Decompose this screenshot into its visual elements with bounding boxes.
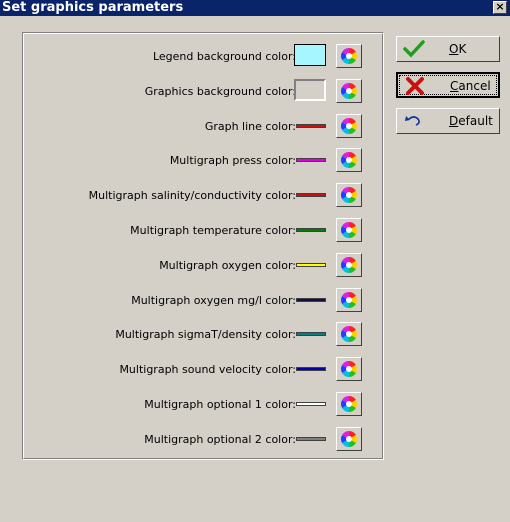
cancel-label: Cancel — [450, 79, 491, 93]
close-button[interactable]: × — [493, 1, 507, 14]
color-picker-button[interactable] — [336, 218, 362, 242]
color-picker-button[interactable] — [336, 392, 362, 416]
setting-row: Multigraph temperature color: — [24, 214, 362, 244]
color-wheel-icon — [341, 187, 357, 204]
color-wheel-icon — [341, 361, 357, 378]
color-wheel-icon — [341, 326, 357, 343]
color-picker-button[interactable] — [336, 183, 362, 208]
color-swatch — [296, 332, 326, 337]
setting-row: Multigraph optional 2 color: — [24, 423, 362, 453]
color-wheel-icon — [341, 291, 357, 308]
setting-row: Multigraph oxygen color: — [24, 249, 362, 279]
color-swatch — [296, 193, 326, 198]
default-label: Default — [449, 114, 493, 128]
color-picker-button[interactable] — [336, 113, 362, 138]
setting-label: Multigraph oxygen color: — [159, 258, 296, 272]
color-swatch — [296, 367, 326, 372]
color-wheel-icon — [341, 396, 357, 412]
setting-row: Multigraph optional 1 color: — [24, 388, 362, 418]
color-swatch — [296, 436, 326, 441]
color-swatch — [296, 228, 326, 232]
setting-label: Multigraph sound velocity color: — [119, 363, 296, 377]
close-icon: × — [495, 0, 505, 13]
color-picker-button[interactable] — [336, 426, 362, 451]
color-picker-button[interactable] — [336, 252, 362, 277]
title-bar: Set graphics parameters × — [0, 0, 510, 16]
color-picker-button[interactable] — [336, 78, 362, 103]
color-picker-button[interactable] — [336, 44, 362, 68]
setting-label: Multigraph optional 2 color: — [144, 432, 296, 446]
color-swatch — [296, 297, 326, 302]
color-swatch — [296, 402, 326, 406]
color-wheel-icon — [341, 152, 357, 169]
setting-row: Multigraph oxygen mg/l color: — [24, 284, 362, 314]
setting-row: Graph line color: — [24, 110, 362, 140]
x-icon — [406, 77, 424, 95]
undo-arrow-icon — [405, 116, 420, 126]
setting-label: Multigraph optional 1 color: — [144, 398, 296, 411]
cancel-button[interactable]: Cancel — [396, 72, 500, 98]
color-wheel-icon — [341, 82, 357, 99]
color-picker-button[interactable] — [336, 287, 362, 312]
color-wheel-icon — [341, 48, 357, 64]
color-wheel-icon — [341, 117, 357, 134]
color-picker-button[interactable] — [336, 148, 362, 173]
setting-label: Graphics background color: — [144, 84, 296, 98]
color-swatch — [294, 78, 326, 101]
settings-list: Legend background color: Graphics backgro… — [23, 33, 383, 459]
color-swatch — [296, 158, 326, 163]
default-button[interactable]: Default — [396, 108, 500, 134]
ok-button[interactable]: OK — [396, 36, 500, 62]
setting-row: Multigraph salinity/conductivity color: — [24, 179, 362, 209]
color-picker-button[interactable] — [336, 322, 362, 347]
setting-label: Multigraph oxygen mg/l color: — [131, 293, 296, 307]
color-swatch — [294, 44, 326, 66]
setting-label: Multigraph temperature color: — [130, 224, 296, 237]
setting-row: Legend background color: — [24, 40, 362, 70]
color-wheel-icon — [341, 222, 357, 238]
settings-panel: Legend background color: Graphics backgro… — [22, 32, 384, 460]
window-title: Set graphics parameters — [2, 0, 184, 15]
color-picker-button[interactable] — [336, 357, 362, 382]
setting-row: Multigraph press color: — [24, 144, 362, 174]
setting-label: Multigraph press color: — [169, 154, 296, 168]
color-wheel-icon — [341, 256, 357, 273]
setting-row: Graphics background color: — [24, 75, 362, 105]
setting-label: Legend background color: — [152, 50, 296, 63]
color-swatch — [296, 262, 326, 267]
setting-row: Multigraph sound velocity color: — [24, 353, 362, 383]
ok-label: OK — [449, 42, 467, 56]
color-swatch — [296, 123, 326, 128]
setting-label: Graph line color: — [204, 119, 296, 133]
setting-label: Multigraph salinity/conductivity color: — [88, 189, 296, 203]
setting-row: Multigraph sigmaT/density color: — [24, 318, 362, 348]
setting-label: Multigraph sigmaT/density color: — [115, 328, 296, 342]
color-wheel-icon — [341, 430, 357, 447]
checkmark-icon — [403, 40, 425, 58]
